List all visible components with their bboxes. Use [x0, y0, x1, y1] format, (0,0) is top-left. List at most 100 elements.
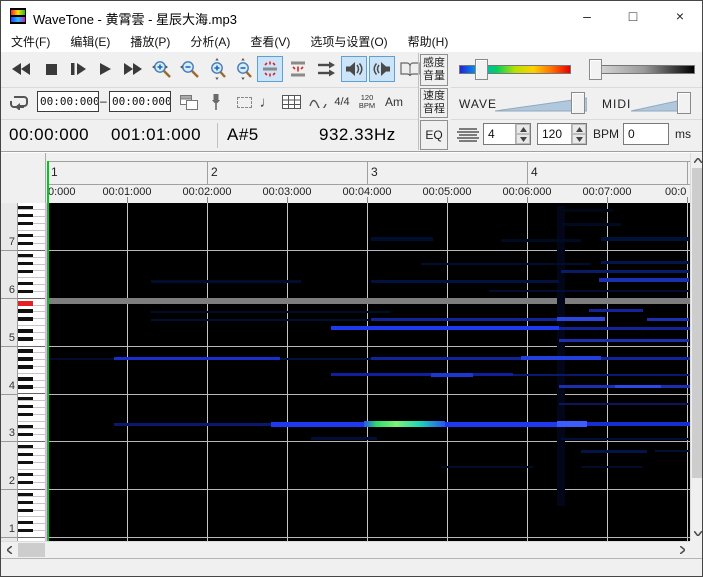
zoom-in-vertical-button[interactable] — [205, 56, 229, 82]
piano-black-key[interactable] — [18, 337, 33, 340]
horizontal-scrollbar[interactable] — [1, 541, 690, 558]
piano-black-key[interactable] — [18, 413, 33, 416]
piano-black-key[interactable] — [18, 282, 33, 285]
loop-end-input[interactable]: 00:00:000 — [109, 91, 171, 112]
piano-black-key[interactable] — [18, 317, 33, 320]
fast-forward-button[interactable] — [119, 56, 147, 82]
tempo-spinner-up[interactable] — [572, 124, 586, 134]
piano-black-key[interactable] — [18, 521, 33, 524]
volume-floor-slider[interactable] — [593, 65, 695, 74]
rewind-button[interactable] — [7, 56, 35, 82]
beat-gridline — [527, 203, 528, 541]
tab-speed-pitch[interactable]: 速度 音程 — [420, 88, 448, 118]
horizontal-scroll-thumb[interactable] — [18, 543, 45, 557]
scroll-follow-button[interactable] — [313, 56, 339, 82]
piano-black-key[interactable] — [18, 377, 33, 380]
piano-black-key[interactable] — [18, 214, 33, 217]
midi-audio-toggle[interactable] — [369, 56, 395, 82]
maximize-button[interactable]: □ — [611, 1, 655, 31]
piano-black-key[interactable] — [18, 433, 33, 436]
scroll-up-button[interactable] — [691, 153, 703, 168]
piano-black-key[interactable] — [18, 509, 33, 512]
midi-volume-thumb[interactable] — [677, 92, 691, 114]
menu-analyze[interactable]: 分析(A) — [180, 33, 240, 50]
menu-edit[interactable]: 编辑(E) — [60, 33, 120, 50]
tab-sensitivity-volume[interactable]: 感度 音量 — [420, 54, 448, 86]
piano-black-key[interactable] — [18, 309, 33, 312]
piano-black-key[interactable] — [18, 206, 33, 209]
pin-tool-button[interactable] — [207, 90, 225, 114]
time-signature-button[interactable]: 4/4 — [331, 90, 353, 114]
vertical-scrollbar[interactable] — [690, 153, 703, 541]
note-list-button[interactable] — [279, 90, 303, 114]
close-button[interactable]: × — [658, 1, 702, 31]
zoom-in-horizontal-button[interactable] — [149, 56, 175, 82]
zoom-out-vertical-button[interactable] — [231, 56, 255, 82]
tempo-spinner-down[interactable] — [572, 134, 586, 144]
stop-button[interactable] — [39, 56, 63, 82]
layered-windows-icon — [180, 95, 198, 110]
loop-start-input[interactable]: 00:00:000 — [37, 91, 99, 112]
octave-separator — [1, 441, 18, 442]
selection-tool-button[interactable] — [233, 90, 255, 114]
piano-black-key[interactable] — [18, 529, 33, 532]
piano-black-key[interactable] — [18, 262, 33, 265]
play-button[interactable] — [93, 56, 117, 82]
wave-audio-toggle[interactable] — [341, 56, 367, 82]
menu-play[interactable]: 播放(P) — [120, 33, 180, 50]
scroll-down-button[interactable] — [691, 525, 703, 541]
menu-view[interactable]: 查看(V) — [240, 33, 300, 50]
piano-black-key[interactable] — [18, 270, 33, 273]
minimize-button[interactable]: – — [565, 1, 609, 31]
menu-options[interactable]: 选项与设置(O) — [300, 33, 397, 50]
piano-black-key[interactable] — [18, 242, 33, 245]
tab-eq[interactable]: EQ — [420, 120, 448, 150]
show-pitch-line-toggle[interactable] — [257, 56, 283, 82]
piano-black-key[interactable] — [18, 234, 33, 237]
piano-black-key[interactable] — [18, 425, 33, 428]
piano-black-key[interactable] — [18, 357, 33, 360]
piano-black-key[interactable] — [18, 405, 33, 408]
chord-button[interactable]: Am — [383, 90, 405, 114]
show-harmonics-toggle[interactable] — [285, 56, 311, 82]
tempo-spinner[interactable]: 120 — [537, 123, 587, 145]
piano-black-key[interactable] — [18, 453, 33, 456]
piano-black-key[interactable] — [18, 473, 33, 476]
pause-play-button[interactable] — [65, 56, 91, 82]
wave-volume-thumb[interactable] — [571, 92, 585, 114]
piano-black-key[interactable] — [18, 481, 33, 484]
piano-black-key[interactable] — [18, 329, 33, 332]
piano-black-key[interactable] — [18, 254, 33, 257]
piano-black-key[interactable] — [18, 222, 33, 225]
beats-spinner-down[interactable] — [516, 134, 530, 144]
beats-spinner-up[interactable] — [516, 124, 530, 134]
zoom-out-horizontal-button[interactable] — [177, 56, 203, 82]
vertical-scroll-thumb[interactable] — [692, 168, 703, 478]
timeline-ruler[interactable]: 12340:00000:01:00000:02:00000:03:00000:0… — [1, 153, 703, 203]
piano-black-key[interactable] — [18, 349, 33, 352]
waveform-view-button[interactable] — [307, 90, 329, 114]
piano-black-key[interactable] — [18, 397, 33, 400]
piano-black-key[interactable] — [18, 445, 33, 448]
menu-help[interactable]: 帮助(H) — [398, 33, 459, 50]
highlighted-key-a-sharp-5[interactable] — [18, 301, 33, 306]
scroll-right-button[interactable] — [674, 542, 690, 558]
beats-per-bar-spinner[interactable]: 4 — [483, 123, 531, 145]
piano-black-key[interactable] — [18, 501, 33, 504]
piano-keyboard[interactable] — [18, 203, 45, 541]
loop-button[interactable] — [7, 90, 31, 114]
piano-black-key[interactable] — [18, 290, 33, 293]
tempo-button[interactable]: 120BPM — [355, 90, 379, 114]
piano-black-key[interactable] — [18, 365, 33, 368]
note-input-button[interactable]: ♩ — [259, 90, 275, 114]
offset-input[interactable]: 0 — [623, 123, 669, 145]
spectrogram[interactable] — [47, 203, 690, 541]
menu-file[interactable]: 文件(F) — [1, 33, 60, 50]
piano-black-key[interactable] — [18, 461, 33, 464]
sensitivity-slider-thumb[interactable] — [475, 59, 488, 80]
piano-black-key[interactable] — [18, 493, 33, 496]
layout-windows-button[interactable] — [177, 90, 201, 114]
volume-floor-slider-thumb[interactable] — [589, 59, 602, 80]
scroll-left-button[interactable] — [1, 542, 17, 558]
piano-black-key[interactable] — [18, 385, 33, 388]
